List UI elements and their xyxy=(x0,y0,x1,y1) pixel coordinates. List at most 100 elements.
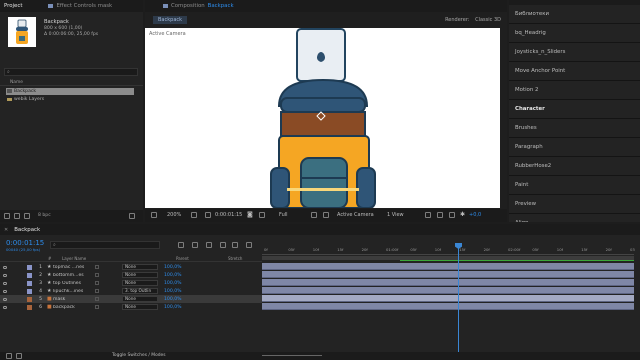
comp-new-icon[interactable] xyxy=(14,213,20,219)
expand-icon[interactable] xyxy=(6,353,12,359)
resolution-select[interactable]: Full xyxy=(279,212,288,218)
column-name-header[interactable]: Name xyxy=(10,80,23,85)
layer-name[interactable]: topmac ...nes xyxy=(53,265,95,270)
layer-name[interactable]: top Outlines xyxy=(53,281,95,286)
panel-item[interactable]: Preview xyxy=(509,195,640,214)
eye-icon[interactable] xyxy=(3,265,7,269)
tab-composition[interactable]: Composition Backpack xyxy=(163,3,234,9)
playhead[interactable] xyxy=(458,243,459,353)
motion-blur-icon[interactable] xyxy=(232,242,238,248)
settings-icon[interactable] xyxy=(24,213,30,219)
panel-item[interactable]: Motion 2 xyxy=(509,81,640,100)
layer-name[interactable]: bottomm...es xyxy=(53,273,95,278)
panel-item[interactable]: Brushes xyxy=(509,119,640,138)
panel-item[interactable]: Character xyxy=(509,100,640,119)
layer-stretch[interactable]: 100,0% xyxy=(164,289,182,294)
layer-row[interactable]: 3 ★ top Outlines None 100,0% xyxy=(0,279,262,287)
layer-row[interactable]: 6 ■ backpack None 100,0% xyxy=(0,303,262,311)
layer-bar[interactable] xyxy=(262,263,634,270)
switch-icon[interactable] xyxy=(95,281,99,285)
panel-item[interactable]: RubberHose2 xyxy=(509,157,640,176)
views-select[interactable]: 1 View xyxy=(387,212,404,218)
layer-row[interactable]: 4 ★ lipuchk...ines 3. top Outlin 100,0% xyxy=(0,287,262,295)
parent-select[interactable]: None xyxy=(122,280,158,286)
tab-timeline[interactable]: Backpack xyxy=(14,227,40,233)
shy-icon[interactable] xyxy=(206,242,212,248)
transparency-icon[interactable] xyxy=(323,212,329,218)
zoom-slider[interactable] xyxy=(262,355,322,356)
switch-icon[interactable] xyxy=(95,265,99,269)
close-icon[interactable]: ✕ xyxy=(4,227,8,233)
panel-item[interactable]: Paragraph xyxy=(509,138,640,157)
exposure-icon[interactable]: ✱ xyxy=(460,211,465,218)
layer-bar[interactable] xyxy=(262,303,634,310)
zoom-select[interactable]: 200% xyxy=(167,212,181,218)
header-layer-name[interactable]: Layer Name xyxy=(62,256,86,261)
layer-name[interactable]: backpack xyxy=(53,305,95,310)
header-parent[interactable]: Parent xyxy=(176,256,189,261)
layer-bar[interactable] xyxy=(262,295,634,302)
bpc-label[interactable]: 8 bpc xyxy=(38,213,51,218)
grid-icon[interactable] xyxy=(191,212,197,218)
panel-item[interactable]: bq_Headrig xyxy=(509,24,640,43)
parent-select[interactable]: 3. top Outlin xyxy=(122,288,158,294)
channel-icon[interactable] xyxy=(259,212,265,218)
modes-icon[interactable] xyxy=(16,353,22,359)
layer-stretch[interactable]: 100,0% xyxy=(164,281,182,286)
layer-name[interactable]: mask xyxy=(53,297,95,302)
layer-bar[interactable] xyxy=(262,287,634,294)
layer-row[interactable]: 5 ■ mask None 100,0% xyxy=(0,295,262,303)
parent-select[interactable]: None xyxy=(122,264,158,270)
parent-select[interactable]: None xyxy=(122,272,158,278)
renderer-value[interactable]: Classic 3D xyxy=(475,17,501,23)
folder-new-icon[interactable] xyxy=(4,213,10,219)
header-stretch[interactable]: Stretch xyxy=(228,256,242,261)
reset-exposure-icon[interactable] xyxy=(449,212,455,218)
eye-icon[interactable] xyxy=(3,297,7,301)
parent-select[interactable]: None xyxy=(122,304,158,310)
project-list-item[interactable]: webik Layers xyxy=(6,96,134,103)
viewer-timecode[interactable]: 0:00:01:15 xyxy=(215,212,242,218)
tab-effect-controls[interactable]: Effect Controls mask xyxy=(48,3,112,9)
layer-bar[interactable] xyxy=(262,279,634,286)
eye-icon[interactable] xyxy=(3,273,7,277)
draft-3d-icon[interactable] xyxy=(192,242,198,248)
camera-icon[interactable]: ◙ xyxy=(247,211,253,218)
layer-name[interactable]: lipuchk...ines xyxy=(53,289,95,294)
composition-canvas[interactable]: Active Camera xyxy=(145,28,500,208)
timeline-timecode[interactable]: 0:00:01:15 xyxy=(6,239,44,247)
layer-stretch[interactable]: 100,0% xyxy=(164,297,182,302)
fast-preview-icon[interactable] xyxy=(425,212,431,218)
viewer-tab[interactable]: Backpack xyxy=(153,16,188,24)
timeline-search-input[interactable]: ⌕ xyxy=(50,241,160,249)
switch-icon[interactable] xyxy=(95,273,99,277)
switch-icon[interactable] xyxy=(95,297,99,301)
panel-item[interactable]: Paint xyxy=(509,176,640,195)
comp-mini-flowchart-icon[interactable] xyxy=(178,242,184,248)
panel-item[interactable]: Joysticks_n_Sliders xyxy=(509,43,640,62)
panel-item[interactable]: Библиотеки xyxy=(509,5,640,24)
eye-icon[interactable] xyxy=(3,281,7,285)
timecode-icon[interactable] xyxy=(205,212,211,218)
panel-item[interactable]: Move Anchor Point xyxy=(509,62,640,81)
eye-icon[interactable] xyxy=(3,289,7,293)
project-search-input[interactable]: ⌕ xyxy=(4,68,138,76)
graph-editor-icon[interactable] xyxy=(246,242,252,248)
parent-select[interactable]: None xyxy=(122,296,158,302)
roi-icon[interactable] xyxy=(311,212,317,218)
exposure-value[interactable]: +0,0 xyxy=(469,212,481,218)
layer-stretch[interactable]: 100,0% xyxy=(164,305,182,310)
layer-stretch[interactable]: 100,0% xyxy=(164,273,182,278)
frame-blend-icon[interactable] xyxy=(220,242,226,248)
toggle-switches-modes[interactable]: Toggle Switches / Modes xyxy=(112,353,166,358)
switch-icon[interactable] xyxy=(95,305,99,309)
project-list-item[interactable]: Backpack xyxy=(6,88,134,95)
tab-project[interactable]: Project xyxy=(4,3,22,9)
layer-row[interactable]: 2 ★ bottomm...es None 100,0% xyxy=(0,271,262,279)
layer-row[interactable]: 1 ★ topmac ...nes None 100,0% xyxy=(0,263,262,271)
layer-stretch[interactable]: 100,0% xyxy=(164,265,182,270)
panel-item[interactable]: Align xyxy=(509,214,640,222)
camera-select[interactable]: Active Camera xyxy=(337,212,374,218)
trash-icon[interactable] xyxy=(129,213,135,219)
layer-bar[interactable] xyxy=(262,271,634,278)
